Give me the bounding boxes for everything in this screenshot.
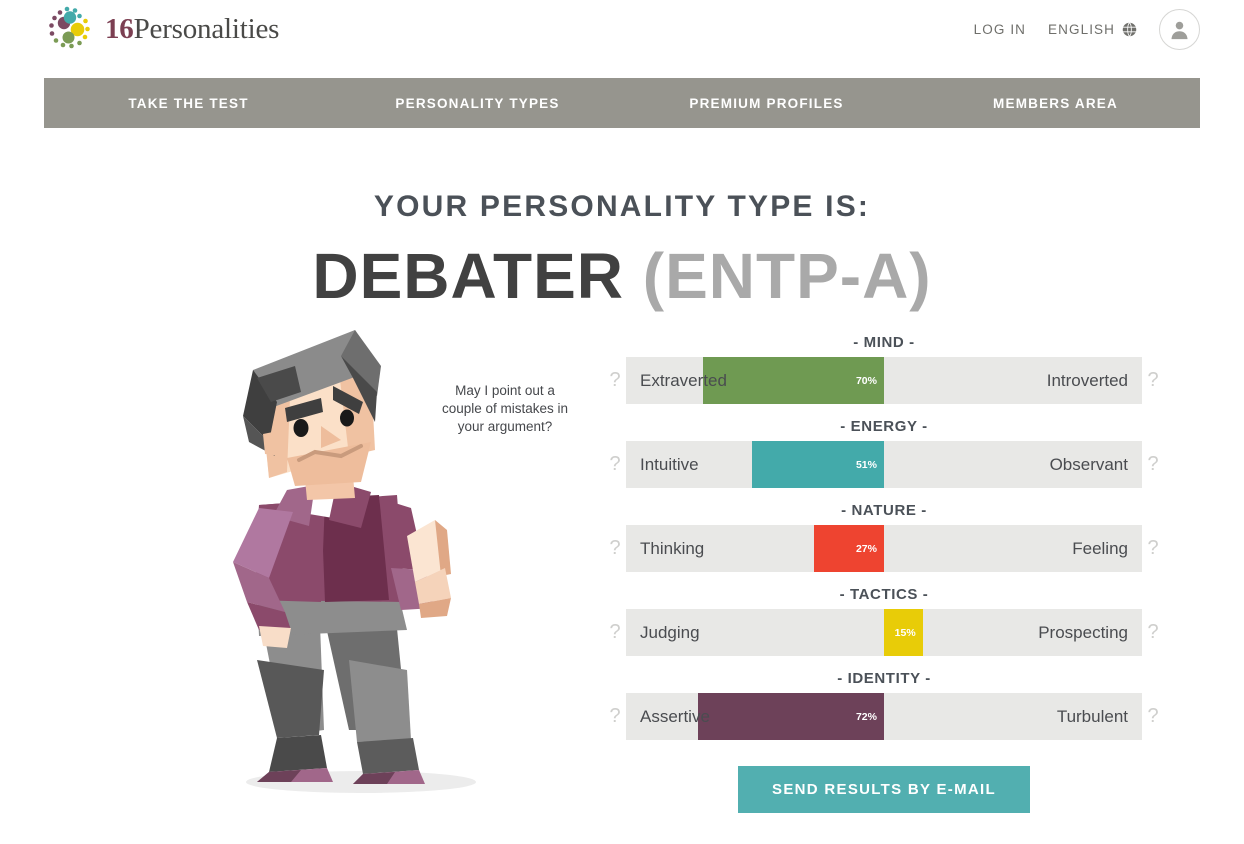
trait-bar-energy[interactable]: 51% Intuitive Observant (626, 441, 1142, 488)
header-actions: LOG IN ENGLISH (974, 8, 1200, 50)
nav-item-premium-profiles[interactable]: PREMIUM PROFILES (622, 96, 911, 111)
question-mark-icon-nature-left[interactable]: ? (604, 537, 626, 560)
trait-row-identity: ? 72% Assertive Turbulent ? (604, 693, 1164, 740)
question-mark-icon-nature-right[interactable]: ? (1142, 537, 1164, 560)
login-link[interactable]: LOG IN (974, 22, 1026, 37)
trait-group-tactics: - TACTICS - ? 15% Judging Prospecting ? (604, 586, 1164, 656)
trait-right-label-energy: Observant (1049, 454, 1128, 474)
character-speech-text: May I point out a couple of mistakes in … (441, 383, 569, 434)
trait-percent-tactics: 15% (894, 626, 916, 639)
question-mark-icon-mind-left[interactable]: ? (604, 369, 626, 392)
trait-left-label-identity: Assertive (640, 706, 710, 726)
trait-percent-nature: 27% (855, 542, 877, 555)
language-selector[interactable]: ENGLISH (1048, 22, 1137, 37)
circular-dots-logo-icon (49, 6, 90, 49)
trait-row-tactics: ? 15% Judging Prospecting ? (604, 609, 1164, 656)
site-logo[interactable]: 16Personalities (44, 3, 279, 55)
main-navigation: TAKE THE TEST PERSONALITY TYPES PREMIUM … (44, 78, 1200, 128)
result-title-block: YOUR PERSONALITY TYPE IS: DEBATER (ENTP-… (0, 190, 1244, 308)
character-column: May I point out a couple of mistakes in … (44, 330, 604, 800)
trait-left-label-nature: Thinking (640, 538, 705, 558)
personality-type-name: DEBATER (312, 240, 624, 312)
result-content: May I point out a couple of mistakes in … (0, 330, 1244, 813)
trait-row-energy: ? 51% Intuitive Observant ? (604, 441, 1164, 488)
question-mark-icon-mind-right[interactable]: ? (1142, 369, 1164, 392)
nav-item-take-the-test[interactable]: TAKE THE TEST (44, 96, 333, 111)
question-mark-icon-tactics-left[interactable]: ? (604, 621, 626, 644)
trait-percent-mind: 70% (855, 374, 877, 387)
question-mark-icon-identity-right[interactable]: ? (1142, 705, 1164, 728)
nav-item-personality-types[interactable]: PERSONALITY TYPES (333, 96, 622, 111)
trait-section-label-energy: - ENERGY - (840, 418, 928, 435)
trait-section-label-mind: - MIND - (853, 334, 915, 351)
trait-group-mind: - MIND - ? 70% Extraverted Introverted ? (604, 334, 1164, 404)
cta-container: SEND RESULTS BY E-MAIL (604, 766, 1164, 813)
trait-bar-fill-energy: 51% (752, 441, 884, 488)
trait-right-label-identity: Turbulent (1056, 706, 1128, 726)
trait-group-energy: - ENERGY - ? 51% Intuitive Observant ? (604, 418, 1164, 488)
trait-percent-identity: 72% (855, 710, 877, 723)
trait-right-label-nature: Feeling (1072, 538, 1128, 558)
trait-bar-fill-nature: 27% (814, 525, 884, 572)
trait-right-label-tactics: Prospecting (1038, 622, 1128, 642)
language-label: ENGLISH (1048, 21, 1115, 37)
page-title: DEBATER (ENTP-A) (0, 244, 1244, 308)
user-avatar-button[interactable] (1159, 8, 1200, 50)
trait-left-label-tactics: Judging (640, 622, 700, 642)
trait-right-label-mind: Introverted (1046, 370, 1128, 390)
question-mark-icon-identity-left[interactable]: ? (604, 705, 626, 728)
trait-left-label-energy: Intuitive (640, 454, 699, 474)
traits-column: - MIND - ? 70% Extraverted Introverted ?… (604, 330, 1164, 813)
result-kicker: YOUR PERSONALITY TYPE IS: (373, 190, 871, 223)
trait-bar-mind[interactable]: 70% Extraverted Introverted (626, 357, 1142, 404)
trait-group-nature: - NATURE - ? 27% Thinking Feeling ? (604, 502, 1164, 572)
trait-section-label-tactics: - TACTICS - (839, 586, 929, 603)
question-mark-icon-energy-right[interactable]: ? (1142, 453, 1164, 476)
personality-type-code: (ENTP-A) (642, 240, 932, 312)
trait-bar-fill-identity: 72% (698, 693, 884, 740)
trait-row-nature: ? 27% Thinking Feeling ? (604, 525, 1164, 572)
trait-bar-identity[interactable]: 72% Assertive Turbulent (626, 693, 1142, 740)
question-mark-icon-tactics-right[interactable]: ? (1142, 621, 1164, 644)
trait-left-label-mind: Extraverted (640, 370, 727, 390)
trait-bar-fill-tactics: 15% (884, 609, 923, 656)
logo-number: 16 (105, 12, 134, 45)
logo-word: Personalities (133, 12, 280, 45)
trait-section-label-identity: - IDENTITY - (837, 670, 931, 687)
logo-wordmark: 16Personalities (105, 13, 279, 46)
trait-row-mind: ? 70% Extraverted Introverted ? (604, 357, 1164, 404)
question-mark-icon-energy-left[interactable]: ? (604, 453, 626, 476)
trait-section-label-nature: - NATURE - (841, 502, 927, 519)
trait-bar-tactics[interactable]: 15% Judging Prospecting (626, 609, 1142, 656)
trait-bar-fill-mind: 70% (703, 357, 884, 404)
trait-bar-nature[interactable]: 27% Thinking Feeling (626, 525, 1142, 572)
user-avatar-icon (1171, 21, 1188, 39)
trait-percent-energy: 51% (855, 458, 877, 471)
send-results-by-email-button[interactable]: SEND RESULTS BY E-MAIL (738, 766, 1030, 813)
globe-icon (1122, 21, 1137, 37)
site-header: 16Personalities LOG IN ENGLISH (0, 0, 1244, 58)
nav-item-members-area[interactable]: MEMBERS AREA (911, 96, 1200, 111)
trait-group-identity: - IDENTITY - ? 72% Assertive Turbulent ? (604, 670, 1164, 740)
